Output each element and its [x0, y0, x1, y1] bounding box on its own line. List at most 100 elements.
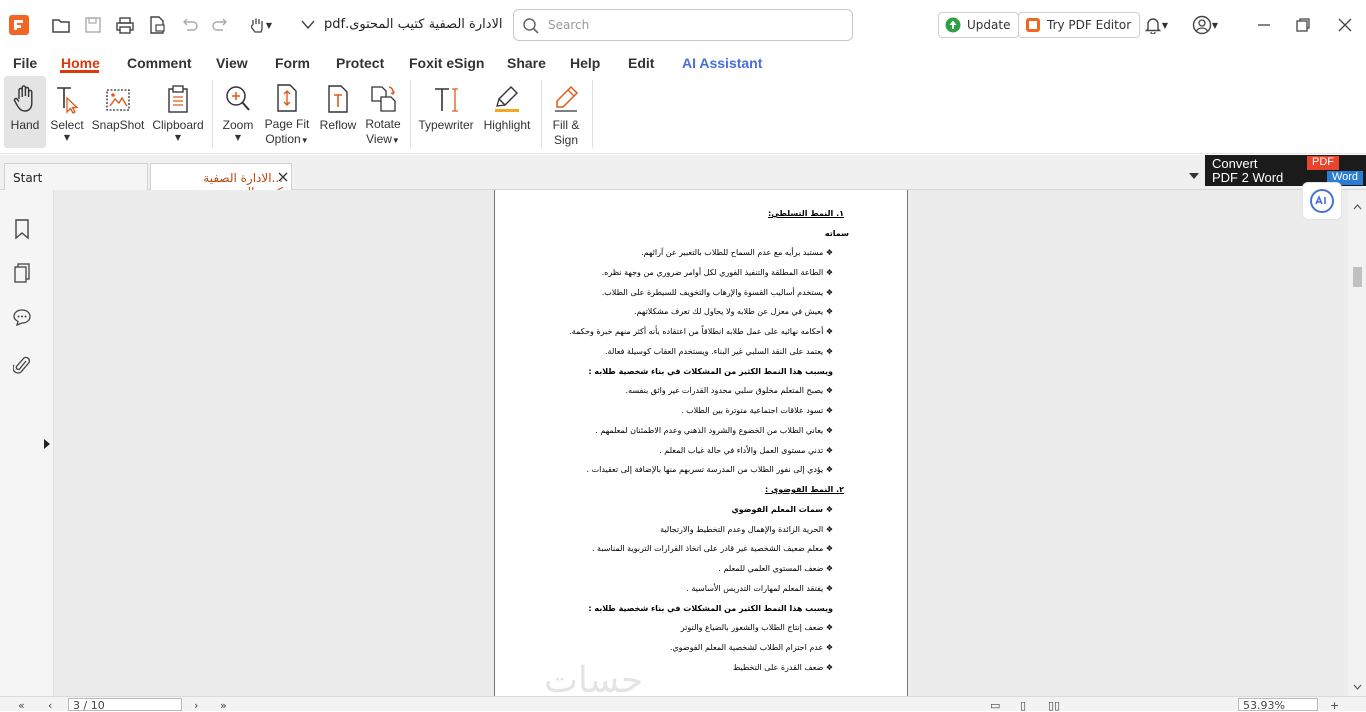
open-folder-icon[interactable] — [50, 14, 72, 36]
list-item: ❖ يؤدي إلى نفور الطلاب من المدرسة تسربهم… — [586, 465, 834, 474]
save-icon[interactable] — [82, 14, 104, 36]
tab-help[interactable]: Help — [570, 55, 600, 71]
clipboard-button[interactable]: Clipboard ▼ — [150, 76, 206, 148]
list-item: ❖ الطاعة المطلقة والتنفيذ الفوري لكل أوا… — [601, 268, 833, 277]
convert-line-1: Convert — [1212, 156, 1258, 171]
snapshot-icon — [106, 89, 130, 111]
tab-edit[interactable]: Edit — [628, 55, 654, 71]
chevron-down-icon — [1189, 173, 1199, 179]
close-icon — [278, 172, 288, 182]
single-page-view-icon[interactable]: ▭ — [990, 699, 1000, 712]
tab-file[interactable]: File — [13, 55, 37, 71]
page-fit-option-button[interactable]: Page Fit Option▼ — [262, 76, 312, 148]
typewriter-icon — [435, 88, 458, 112]
undo-icon[interactable] — [178, 14, 200, 36]
scrollbar-thumb[interactable] — [1353, 267, 1362, 287]
search-input[interactable]: Search — [513, 9, 853, 41]
minimize-icon — [1258, 24, 1270, 26]
separator — [212, 80, 213, 148]
close-icon — [1338, 18, 1352, 32]
facing-view-icon[interactable]: ▯▯ — [1048, 699, 1060, 712]
zoom-in-icon[interactable]: + — [1330, 699, 1339, 712]
try-pdf-editor-button[interactable]: Try PDF Editor — [1018, 12, 1141, 38]
attachments-button[interactable] — [11, 354, 33, 376]
account-button[interactable]: ▼ — [1187, 14, 1223, 36]
list-item: ❖ يفتقد المعلم لمهارات التدريس الأساسية … — [686, 584, 833, 593]
select-button[interactable]: Select ▼ — [48, 76, 86, 148]
first-page-icon[interactable]: « — [18, 699, 25, 712]
tab-list-dropdown[interactable] — [1188, 169, 1200, 183]
scroll-down-icon[interactable] — [1353, 684, 1362, 690]
list-item: ❖ معلم ضعيف الشخصية غير قادر على اتخاذ ا… — [591, 544, 833, 553]
previous-page-icon[interactable]: ‹ — [48, 699, 52, 712]
tab-document[interactable]: ...الادارة الصفية كتيب ال — [150, 163, 292, 199]
problems-heading: ويسبب هذا النمط الكثير من المشكلات في بن… — [588, 367, 833, 376]
tab-share[interactable]: Share — [507, 55, 546, 71]
scroll-up-icon[interactable] — [1353, 204, 1362, 210]
typewriter-button[interactable]: Typewriter — [416, 76, 476, 148]
expand-panel-button[interactable] — [43, 438, 51, 453]
title-bar: ▼ الادارة الصفية كتيب المحتوى.pdf Search… — [0, 0, 1366, 50]
tab-view[interactable]: View — [216, 55, 248, 71]
tab-ai-assistant[interactable]: AI Assistant — [682, 55, 762, 71]
update-button[interactable]: Update — [938, 12, 1020, 38]
close-tab-button[interactable] — [277, 171, 289, 183]
notifications-button[interactable]: ▼ — [1140, 14, 1172, 36]
update-label: Update — [967, 18, 1011, 32]
chevron-down-icon: ▼ — [1211, 20, 1219, 30]
redo-icon[interactable] — [210, 14, 232, 36]
pdf-badge: PDF — [1307, 156, 1339, 170]
ribbon-toolbar: Hand Select ▼ SnapShot Clipboard ▼ Zoom … — [0, 76, 1366, 154]
navigation-panel — [0, 190, 54, 696]
tab-home[interactable]: Home — [61, 55, 100, 71]
list-item: ❖ يصبح المتعلم مخلوق سلبي محدود القدرات … — [625, 386, 833, 395]
pages-button[interactable] — [11, 262, 33, 284]
tab-protect[interactable]: Protect — [336, 55, 384, 71]
print-icon[interactable] — [114, 14, 136, 36]
ai-assistant-button[interactable] — [1302, 182, 1342, 220]
convert-pdf-to-word-banner[interactable]: Convert PDF 2 Word PDF Word — [1205, 155, 1366, 186]
restore-button[interactable] — [1292, 14, 1314, 36]
rotate-label: Rotate View▼ — [365, 117, 401, 146]
tab-start[interactable]: Start — [4, 163, 148, 190]
document-title: الادارة الصفية كتيب المحتوى.pdf — [324, 17, 503, 32]
reflow-icon — [328, 85, 348, 113]
hand-tool-dropdown[interactable]: ▼ — [244, 14, 276, 36]
bookmark-button[interactable] — [11, 218, 33, 240]
list-item: ❖ ضعف إنتاج الطلاب والشعور بالضياع والتو… — [680, 623, 833, 632]
create-pdf-icon[interactable] — [146, 14, 168, 36]
comments-button[interactable] — [11, 306, 33, 328]
fill-and-sign-button[interactable]: Fill & Sign — [545, 76, 587, 148]
zoom-icon — [226, 86, 250, 111]
last-page-icon[interactable]: » — [220, 699, 227, 712]
list-item: ❖ تدني مستوى العمل والأداء في حالة غياب … — [659, 446, 833, 455]
snapshot-button[interactable]: SnapShot — [90, 76, 146, 148]
pages-icon — [14, 263, 30, 283]
page-number-input[interactable]: 3 / 10 — [68, 698, 182, 712]
minimize-button[interactable] — [1253, 14, 1275, 36]
tab-comment[interactable]: Comment — [127, 55, 192, 71]
tab-form[interactable]: Form — [275, 55, 310, 71]
zoom-button[interactable]: Zoom ▼ — [218, 76, 258, 148]
subheading-traits: سماته — [824, 229, 849, 238]
list-item: ❖ يستخدم أساليب القسوة والإرهاب والتخويف… — [601, 288, 833, 297]
continuous-view-icon[interactable]: ▯ — [1020, 699, 1026, 712]
close-window-button[interactable] — [1334, 14, 1356, 36]
document-tab-strip: Start ...الادارة الصفية كتيب ال — [0, 155, 1366, 199]
tab-foxit-esign[interactable]: Foxit eSign — [409, 55, 484, 71]
separator — [541, 80, 542, 148]
reflow-button[interactable]: Reflow — [318, 76, 358, 148]
clipboard-icon — [168, 85, 188, 113]
rotate-view-button[interactable]: Rotate View▼ — [362, 76, 404, 148]
hand-button[interactable]: Hand — [4, 76, 46, 148]
bell-icon — [1144, 18, 1162, 34]
separator — [410, 80, 411, 148]
next-page-icon[interactable]: › — [194, 699, 198, 712]
chevron-down-icon[interactable] — [297, 14, 319, 36]
document-view[interactable]: ١. النمط التسلطي: سماته ❖ مستبد برأيه مع… — [54, 190, 1348, 696]
clipboard-label: Clipboard — [152, 118, 204, 132]
vertical-scrollbar[interactable] — [1348, 190, 1366, 696]
zoom-level-input[interactable]: 53.93% — [1238, 698, 1318, 712]
highlight-button[interactable]: Highlight — [478, 76, 536, 148]
list-item: ❖ أحكامه نهائيه على عمل طلابه انطلاقاً م… — [569, 327, 833, 336]
